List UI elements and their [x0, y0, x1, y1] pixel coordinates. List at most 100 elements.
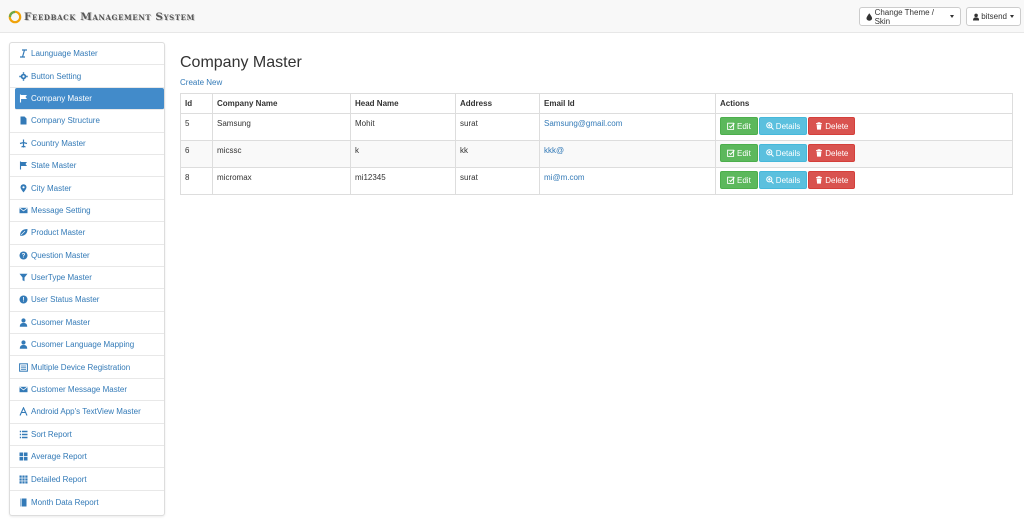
sidebar-item-label: Multiple Device Registration [31, 362, 131, 372]
details-button[interactable]: Details [758, 117, 808, 135]
details-label: Details [775, 148, 801, 158]
main-content: Company Master Create New Id Company Nam… [180, 50, 1013, 195]
user-menu-button[interactable]: bitsend [966, 7, 1021, 26]
flag-icon [19, 94, 28, 103]
edit-icon [727, 176, 735, 184]
sidebar-item-average-report[interactable]: Average Report [10, 446, 164, 469]
cell-actions: Edit Details Delete [715, 113, 1013, 141]
table-header-row: Id Company Name Head Name Address Email … [180, 93, 1013, 114]
details-label: Details [775, 121, 801, 131]
sidebar-item-label: Launguage Master [31, 49, 98, 59]
sidebar-item-cusomer-master[interactable]: Cusomer Master [10, 312, 164, 335]
user-icon [973, 13, 980, 21]
chevron-down-icon [950, 15, 954, 18]
cell-address: surat [455, 113, 540, 141]
change-theme-label: Change Theme / Skin [874, 7, 935, 26]
delete-label: Delete [825, 175, 849, 185]
sidebar-item-user-status-master[interactable]: ! User Status Master [10, 289, 164, 312]
sidebar-item-label: Button Setting [31, 71, 82, 81]
delete-button[interactable]: Delete [808, 171, 856, 189]
sidebar-item-detailed-report[interactable]: Detailed Report [10, 468, 164, 491]
table-row: 6 micssc k kk kkk@ Edit Details Delete [180, 140, 1013, 168]
zoom-in-icon [765, 149, 774, 157]
sidebar-item-android-app-s-textview-master[interactable]: Android App's TextView Master [10, 401, 164, 424]
sidebar-item-label: Company Structure [31, 116, 100, 126]
sidebar-item-launguage-master[interactable]: Launguage Master [10, 43, 164, 66]
cell-actions: Edit Details Delete [715, 140, 1013, 168]
sidebar-item-city-master[interactable]: City Master [10, 177, 164, 200]
sidebar-item-cusomer-language-mapping[interactable]: Cusomer Language Mapping [10, 334, 164, 357]
cell-id: 8 [180, 167, 213, 195]
zoom-in-icon [765, 176, 774, 184]
sidebar-item-label: Country Master [31, 138, 86, 148]
sidebar-item-label: Detailed Report [31, 474, 87, 484]
details-button[interactable]: Details [758, 171, 808, 189]
sidebar-item-month-data-report[interactable]: Month Data Report [10, 491, 164, 513]
sidebar-item-sort-report[interactable]: Sort Report [10, 424, 164, 447]
sidebar-item-label: Sort Report [31, 429, 72, 439]
company-table: Id Company Name Head Name Address Email … [180, 93, 1013, 195]
edit-button[interactable]: Edit [720, 171, 758, 189]
sidebar-item-label: Android App's TextView Master [31, 407, 141, 417]
user-menu-label: bitsend [981, 12, 1007, 21]
map-marker-icon [19, 183, 28, 193]
sidebar-item-label: Question Master [31, 250, 90, 260]
sidebar-item-product-master[interactable]: Product Master [10, 222, 164, 245]
cell-email[interactable]: kkk@ [539, 140, 716, 168]
sidebar-item-question-master[interactable]: ? Question Master [10, 245, 164, 267]
change-theme-button[interactable]: Change Theme / Skin [859, 7, 961, 26]
trash-icon [816, 122, 823, 130]
sidebar-item-label: City Master [31, 183, 72, 193]
sidebar-item-company-master[interactable]: Company Master [15, 87, 164, 111]
column-header-address: Address [455, 93, 540, 114]
cell-email[interactable]: mi@m.com [539, 167, 716, 195]
sidebar-item-message-setting[interactable]: Message Setting [10, 200, 164, 223]
cell-id: 5 [180, 113, 213, 141]
sidebar: Launguage Master Button Setting Company Ma… [9, 42, 165, 516]
user-icon [19, 318, 28, 327]
tint-icon [866, 12, 873, 21]
sidebar-item-company-structure[interactable]: Company Structure [10, 110, 164, 133]
page-title: Company Master [180, 54, 302, 71]
sidebar-item-country-master[interactable]: Country Master [10, 133, 164, 155]
trash-icon [816, 176, 823, 184]
delete-button[interactable]: Delete [808, 117, 856, 135]
delete-label: Delete [825, 121, 849, 131]
details-label: Details [775, 175, 801, 185]
delete-button[interactable]: Delete [808, 144, 856, 162]
edit-icon [727, 149, 735, 157]
font-icon [19, 407, 28, 417]
sidebar-item-label: State Master [31, 161, 77, 171]
plane-icon [19, 139, 28, 148]
filter-icon [19, 273, 28, 282]
edit-button[interactable]: Edit [720, 144, 758, 162]
table-row: 8 micromax mi12345 surat mi@m.com Edit Details… [180, 167, 1013, 195]
chevron-down-icon [1010, 15, 1014, 18]
create-new-link[interactable]: Create New [180, 78, 222, 87]
column-header-company-name: Company Name [212, 93, 351, 114]
column-header-head-name: Head Name [350, 93, 456, 114]
sidebar-item-usertype-master[interactable]: UserType Master [10, 267, 164, 290]
edit-label: Edit [737, 148, 751, 158]
sidebar-item-state-master[interactable]: State Master [10, 155, 164, 178]
details-button[interactable]: Details [758, 144, 808, 162]
th-icon [19, 475, 28, 484]
brand[interactable]: Feedback Management System [8, 9, 195, 25]
sidebar-item-label: Message Setting [31, 205, 91, 215]
edit-label: Edit [737, 121, 751, 131]
sidebar-item-customer-message-master[interactable]: Customer Message Master [10, 379, 164, 402]
sidebar-item-multiple-device-registration[interactable]: Multiple Device Registration [10, 356, 164, 379]
edit-button[interactable]: Edit [720, 117, 758, 135]
cell-email[interactable]: Samsung@gmail.com [539, 113, 716, 141]
italic-icon [19, 49, 28, 58]
cell-company-name: micromax [212, 167, 351, 195]
sidebar-item-label: UserType Master [31, 273, 92, 283]
leaf-icon [19, 228, 28, 237]
sidebar-item-label: Company Master [31, 93, 92, 103]
sidebar-item-label: Cusomer Language Mapping [31, 340, 135, 350]
th-large-icon [19, 452, 28, 461]
edit-icon [727, 122, 735, 130]
delete-label: Delete [825, 148, 849, 158]
sidebar-item-label: Cusomer Master [31, 317, 91, 327]
sidebar-item-button-setting[interactable]: Button Setting [10, 65, 164, 88]
